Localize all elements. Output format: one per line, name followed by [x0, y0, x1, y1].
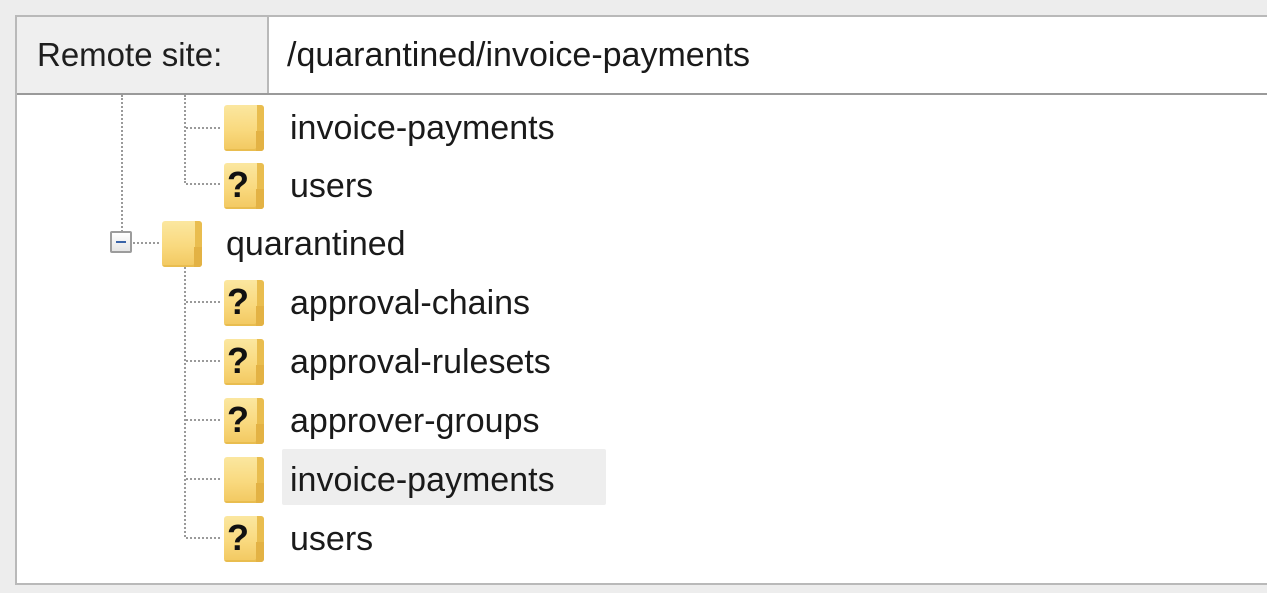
tree-item-label: approver-groups [290, 402, 540, 440]
tree-item-label: invoice-payments [290, 461, 555, 499]
unknown-folder-icon: ? [224, 163, 264, 209]
tree-connector [186, 419, 220, 421]
tree-connector [186, 183, 220, 185]
remote-path-input[interactable] [269, 17, 1267, 93]
tree-item-approver-groups[interactable]: ? approver-groups [222, 396, 642, 454]
unknown-folder-icon: ? [224, 280, 264, 326]
tree-connector [121, 95, 123, 235]
tree-item-users[interactable]: ? users [222, 514, 642, 572]
remote-site-label: Remote site: [17, 17, 269, 93]
folder-icon [162, 221, 202, 267]
tree-connector [133, 242, 159, 244]
unknown-folder-icon: ? [224, 516, 264, 562]
remote-site-panel: Remote site: invoice-payments ? users [15, 15, 1267, 585]
remote-directory-tree[interactable]: invoice-payments ? users quarantined ? a… [17, 95, 1267, 583]
tree-item-label: invoice-payments [290, 109, 555, 147]
tree-connector [184, 267, 186, 537]
tree-connector [186, 127, 220, 129]
unknown-folder-icon: ? [224, 339, 264, 385]
remote-site-bar: Remote site: [17, 17, 1267, 95]
tree-connector [186, 537, 220, 539]
folder-icon [224, 457, 264, 503]
unknown-folder-icon: ? [224, 398, 264, 444]
tree-connector [186, 360, 220, 362]
collapse-toggle-icon[interactable] [110, 231, 132, 253]
tree-item-invoice-payments[interactable]: invoice-payments [222, 103, 642, 161]
tree-item-label: quarantined [226, 225, 406, 263]
tree-item-users[interactable]: ? users [222, 161, 642, 219]
tree-item-approval-rulesets[interactable]: ? approval-rulesets [222, 337, 642, 395]
folder-icon [224, 105, 264, 151]
tree-item-label: approval-chains [290, 284, 531, 322]
tree-item-approval-chains[interactable]: ? approval-chains [222, 278, 642, 336]
tree-item-quarantined[interactable]: quarantined [160, 219, 580, 277]
tree-connector [186, 478, 220, 480]
tree-connector [184, 95, 186, 183]
tree-item-label: users [290, 520, 374, 558]
tree-connector [186, 301, 220, 303]
tree-item-label: approval-rulesets [290, 343, 551, 381]
tree-item-invoice-payments-selected[interactable]: invoice-payments [222, 455, 642, 513]
tree-item-label: users [290, 167, 374, 205]
